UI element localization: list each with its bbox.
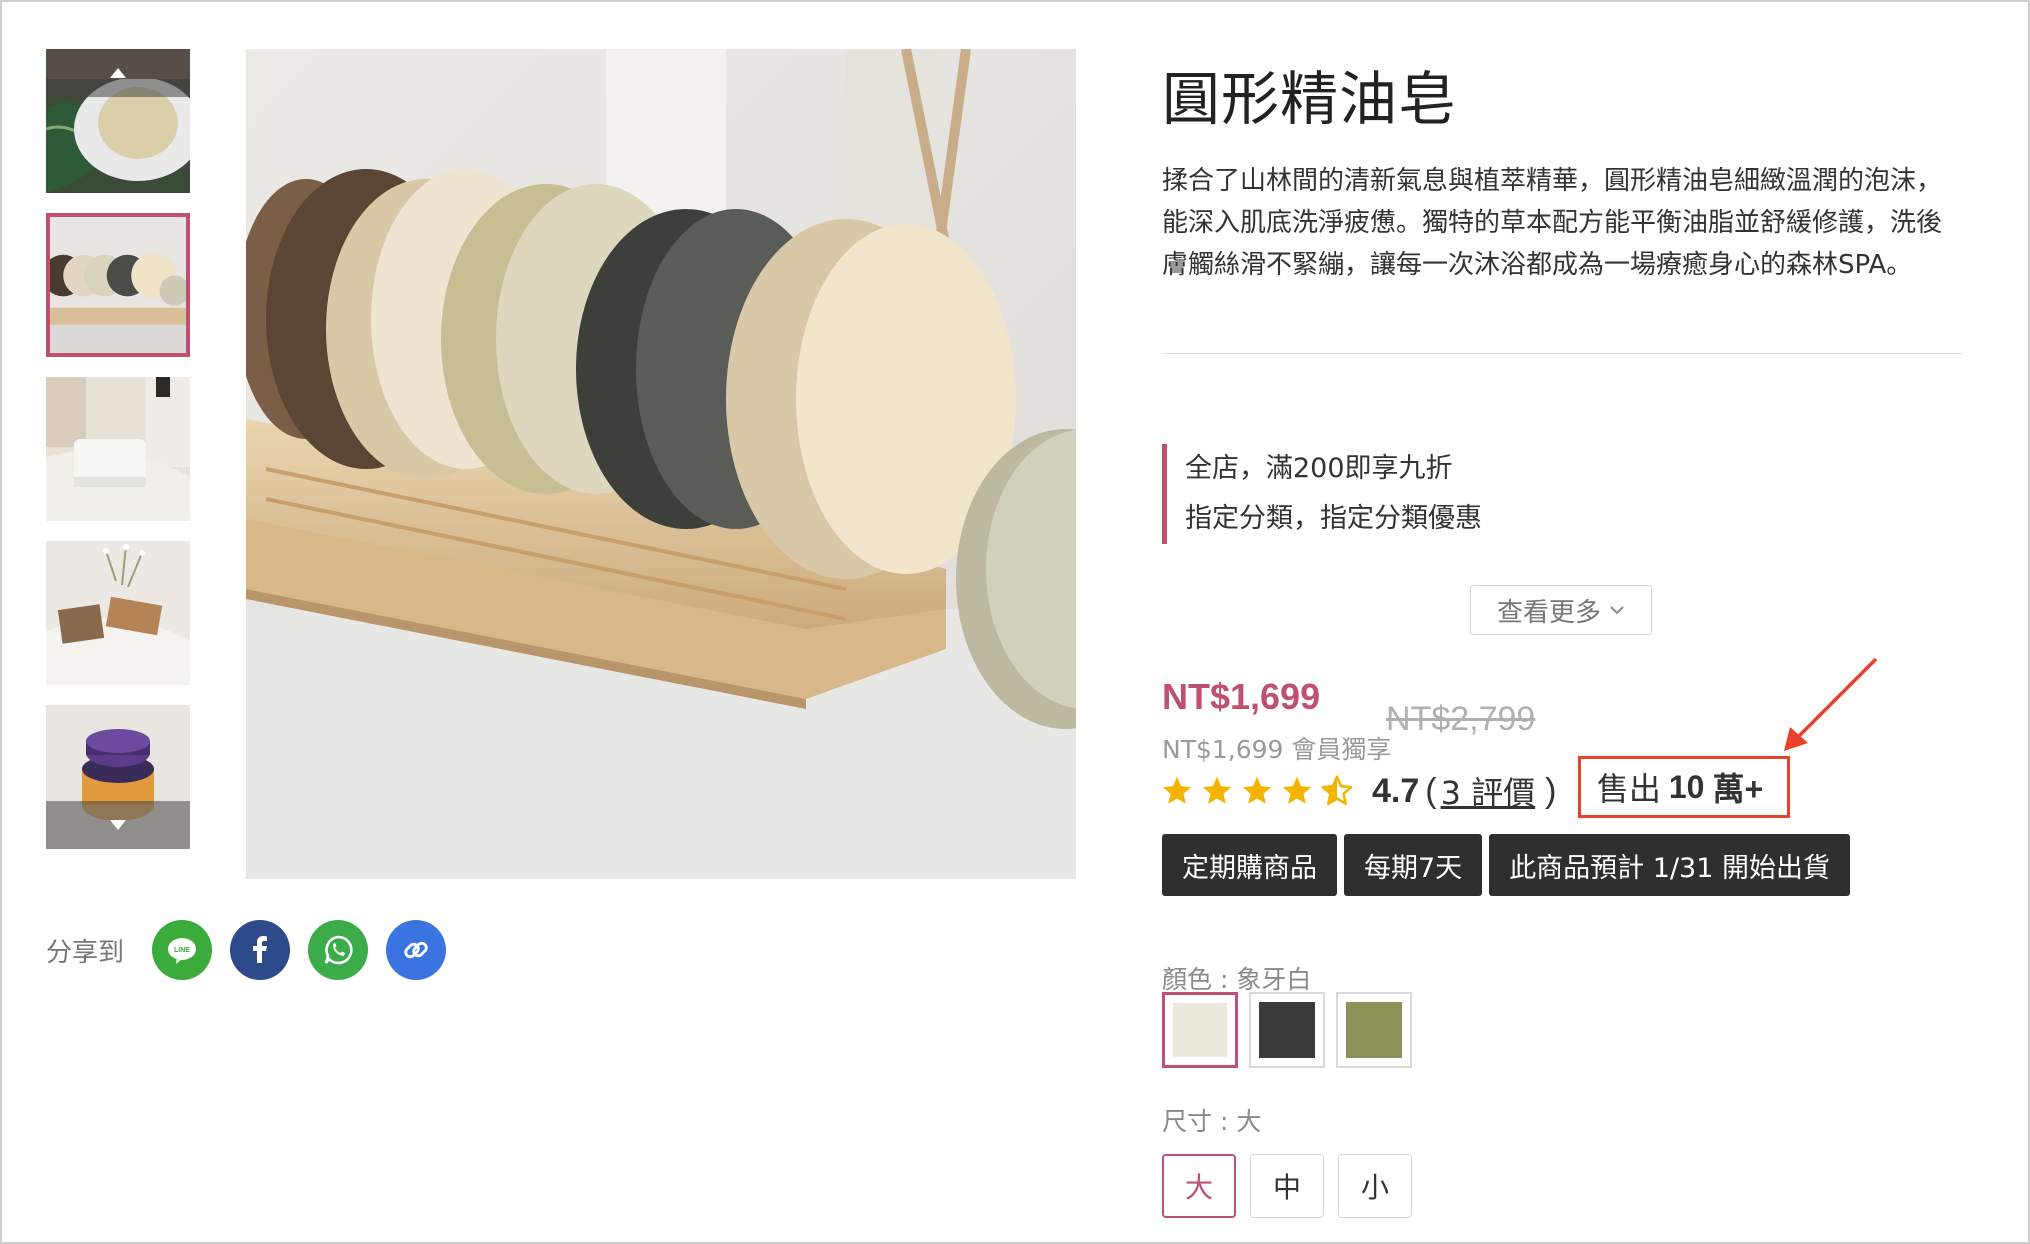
sold-count-badge: 售出 10 萬+ xyxy=(1578,756,1790,818)
size-list: 大 中 小 xyxy=(1162,1154,1426,1218)
swatch-fill xyxy=(1259,1002,1315,1058)
main-product-image xyxy=(246,49,1076,879)
see-more-label: 查看更多 xyxy=(1496,597,1601,628)
star-icon xyxy=(1202,776,1232,804)
original-price: NT$2,799 xyxy=(1386,700,1536,738)
divider xyxy=(1162,353,1962,354)
product-title: 圓形精油皂 xyxy=(1162,65,1458,133)
thumbnail-2[interactable] xyxy=(46,213,190,357)
see-more-button[interactable]: 查看更多 xyxy=(1470,585,1652,635)
share-facebook-button[interactable] xyxy=(230,920,291,980)
star-icon xyxy=(1282,776,1312,804)
line-icon: LINE xyxy=(168,938,197,964)
share-copy-link-button[interactable] xyxy=(386,920,447,980)
rating-close-paren: ) xyxy=(1545,771,1557,810)
thumbnail-scroll-down-button[interactable] xyxy=(46,801,190,849)
swatch-fill xyxy=(1173,1003,1227,1057)
thumbnail-scroll-up-button[interactable] xyxy=(46,49,190,97)
sale-price: NT$1,699 xyxy=(1162,676,1321,717)
member-price: NT$1,699 會員獨享 xyxy=(1162,735,1392,764)
share-line-button[interactable]: LINE xyxy=(152,920,213,980)
sold-count: 10 xyxy=(1668,768,1705,805)
star-icon xyxy=(1162,776,1192,804)
facebook-icon xyxy=(253,936,268,963)
product-description: 揉合了山林間的清新氣息與植萃精華，圓形精油皂細緻溫潤的泡沫，能深入肌底洗淨疲憊。… xyxy=(1162,166,1943,280)
color-option-label: 顏色 : 象牙白 xyxy=(1162,965,1312,994)
annotation-arrow-icon xyxy=(1784,657,1878,751)
thumbnail-4-image xyxy=(46,541,190,685)
share-whatsapp-button[interactable] xyxy=(308,920,369,980)
tag-list: 定期購商品 每期7天 此商品預計 1/31 開始出貨 xyxy=(1162,834,1857,896)
thumbnail-5[interactable] xyxy=(46,705,190,849)
star-icon xyxy=(1242,776,1272,804)
thumbnail-1[interactable] xyxy=(46,49,190,193)
tag-ship-date: 此商品預計 1/31 開始出貨 xyxy=(1489,834,1850,896)
color-swatch-olive[interactable] xyxy=(1336,992,1412,1068)
rating-open-paren: ( xyxy=(1425,771,1437,810)
thumbnail-3-image xyxy=(46,377,190,521)
thumbnail-3[interactable] xyxy=(46,377,190,521)
size-option-label: 尺寸 : 大 xyxy=(1162,1107,1262,1136)
color-swatch-ivory[interactable] xyxy=(1162,992,1238,1068)
chevron-up-icon xyxy=(110,68,126,78)
link-icon xyxy=(404,941,428,959)
review-count-link[interactable]: 3 評價 xyxy=(1437,768,1540,814)
whatsapp-icon xyxy=(324,935,353,965)
tag-period: 每期7天 xyxy=(1344,834,1483,896)
tag-subscription: 定期購商品 xyxy=(1162,834,1337,896)
promotion-item: 指定分類，指定分類優惠 xyxy=(1185,503,1482,534)
promotion-list: 全店，滿200即享九折 指定分類，指定分類優惠 xyxy=(1162,444,1482,544)
rating-row: 4.7 ( 3 評價 ) xyxy=(1160,766,1556,816)
half-star-icon xyxy=(1321,775,1353,806)
color-swatch-list xyxy=(1162,992,1423,1068)
promotion-item: 全店，滿200即享九折 xyxy=(1185,453,1453,484)
sold-suffix: 萬+ xyxy=(1712,771,1764,807)
sold-prefix: 售出 xyxy=(1596,770,1661,808)
thumbnail-2-image xyxy=(50,217,186,353)
size-small-button[interactable]: 小 xyxy=(1338,1154,1412,1218)
thumbnail-4[interactable] xyxy=(46,541,190,685)
size-large-button[interactable]: 大 xyxy=(1162,1154,1236,1218)
size-medium-button[interactable]: 中 xyxy=(1250,1154,1324,1218)
chevron-down-icon xyxy=(110,820,126,830)
share-row: 分享到 LINE xyxy=(46,920,464,980)
swatch-fill xyxy=(1346,1002,1402,1058)
share-label: 分享到 xyxy=(46,937,125,968)
chevron-down-icon xyxy=(1610,606,1624,615)
line-icon-text: LINE xyxy=(174,947,190,954)
rating-score: 4.7 xyxy=(1372,771,1420,810)
color-swatch-dark[interactable] xyxy=(1249,992,1325,1068)
